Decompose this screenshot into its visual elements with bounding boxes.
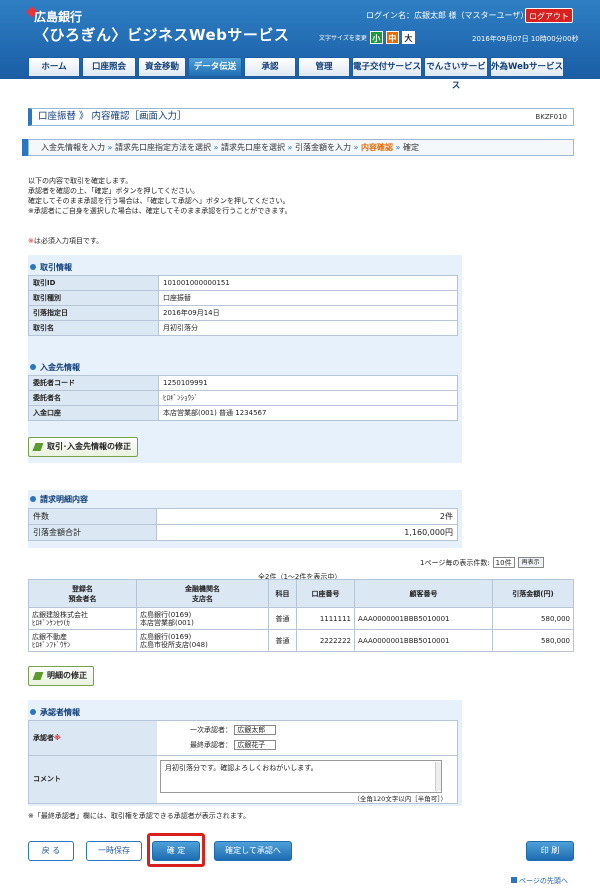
confirm-approve-button[interactable]: 確定して承認へ [214, 841, 292, 861]
screen-id: BKZF010 [535, 113, 567, 121]
first-approver-select[interactable]: 広銀太郎 [234, 725, 277, 735]
intro-text: 以下の内容で取引を確定します。 承認者を確認の上、「確定」ボタンを押してください。… [28, 177, 292, 215]
payee-heading: 入金先情報 [30, 362, 80, 373]
nav-home[interactable]: ホーム [28, 57, 80, 77]
nav-approval[interactable]: 承認 [244, 57, 296, 77]
current-step: 内容確認 [361, 143, 393, 152]
nav-underline [0, 76, 600, 79]
main-nav: ホーム 口座照会 資金移動 データ伝送 承認 管理 電子交付サービス でんさいサ… [28, 57, 564, 91]
datetime: 2016年09月07日 10時00分00秒 [472, 35, 579, 43]
nav-e-delivery[interactable]: 電子交付サービス [352, 57, 422, 77]
font-medium-button[interactable]: 中 [385, 31, 399, 44]
approver-heading: 承認者情報 [30, 707, 80, 718]
detail-table: 登録名 預金者名 金融機関名 支店名 科目 口座番号 顧客番号 引落金額(円) … [28, 579, 574, 652]
temp-save-button[interactable]: 一時保存 [86, 841, 142, 861]
nav-fund-transfer[interactable]: 資金移動 [138, 57, 186, 77]
print-button[interactable]: 印 刷 [526, 841, 574, 861]
summary-table: 件数 2件 引落金額合計 1,160,000円 [28, 508, 458, 541]
nav-forex[interactable]: 外為Webサービス [490, 57, 564, 77]
table-row: 広銀不動産 ﾋﾛｷﾞﾝﾌﾄﾞｳｻﾝ 広島銀行(0169) 広島市役所支店(048) … [28, 629, 574, 652]
page-top-link[interactable]: ページの先頭へ [511, 876, 568, 886]
transaction-table: 取引ID 101001000000151 取引種別 口座振替 引落指定日 2016年0… [28, 275, 458, 336]
nav-data-transfer[interactable]: データ伝送 [188, 57, 242, 77]
nav-admin[interactable]: 管理 [298, 57, 350, 77]
final-approver-select[interactable]: 広銀花子 [234, 740, 277, 750]
nav-densai[interactable]: でんさいサービス [424, 57, 488, 91]
modify-transaction-button[interactable]: 取引･入金先情報の修正 [28, 437, 138, 457]
page-size-select[interactable]: 10件 [492, 557, 515, 568]
modify-detail-button[interactable]: 明細の修正 [28, 666, 94, 686]
pager: 1ページ毎の表示件数: 10件 再表示 [420, 557, 544, 568]
page-title: 口座振替 》 内容確認［画面入力］ BKZF010 [28, 108, 574, 126]
step-indicator: 入金先情報を入力 » 請求先口座指定方法を選択 » 請求先口座を選択 » 引落金… [28, 139, 574, 156]
required-note: ※は必須入力項目です。 [28, 237, 104, 245]
font-large-button[interactable]: 大 [401, 31, 415, 44]
bank-name: 広島銀行 [34, 10, 83, 24]
header: 広島銀行 〈ひろぎん〉ビジネスWebサービス ログイン名：広銀太郎 様（マスター… [0, 0, 600, 91]
nav-account-inquiry[interactable]: 口座照会 [82, 57, 136, 77]
font-small-button[interactable]: 小 [369, 31, 383, 44]
approver-row: 承認者※ 一次承認者： 広銀太郎 最終承認者： 広銀花子 [28, 720, 458, 756]
summary-heading: 請求明細内容 [30, 494, 88, 505]
payee-table: 委託者コード 1250109991 委託者名 ﾋﾛｷﾞﾝｼｮｳｼﾞ 入金口座 本店営業… [28, 375, 458, 421]
redisplay-button[interactable]: 再表示 [517, 557, 544, 568]
login-info: ログイン名：広銀太郎 様（マスターユーザ） [366, 11, 529, 20]
comment-textarea[interactable]: 月初引落分です。確認よろしくおねがいします。 [160, 760, 442, 793]
comment-scrollbar[interactable] [435, 762, 441, 791]
approver-note: ※「最終承認者」欄には、取引権を承認できる承認者が表示されます。 [28, 812, 251, 820]
confirm-highlight [147, 833, 205, 867]
transaction-heading: 取引情報 [30, 262, 72, 273]
back-button[interactable]: 戻 る [28, 841, 74, 861]
font-size-control: 文字サイズを変更 小 中 大 [319, 31, 415, 44]
logout-button[interactable]: ログアウト [525, 8, 573, 23]
table-row: 広銀建設株式会社 ﾋﾛｷﾞﾝｹﾝｾﾂ(ｶ 広島銀行(0169) 本店営業部(001)… [28, 607, 574, 630]
service-name: 〈ひろぎん〉ビジネスWebサービス [34, 26, 290, 44]
